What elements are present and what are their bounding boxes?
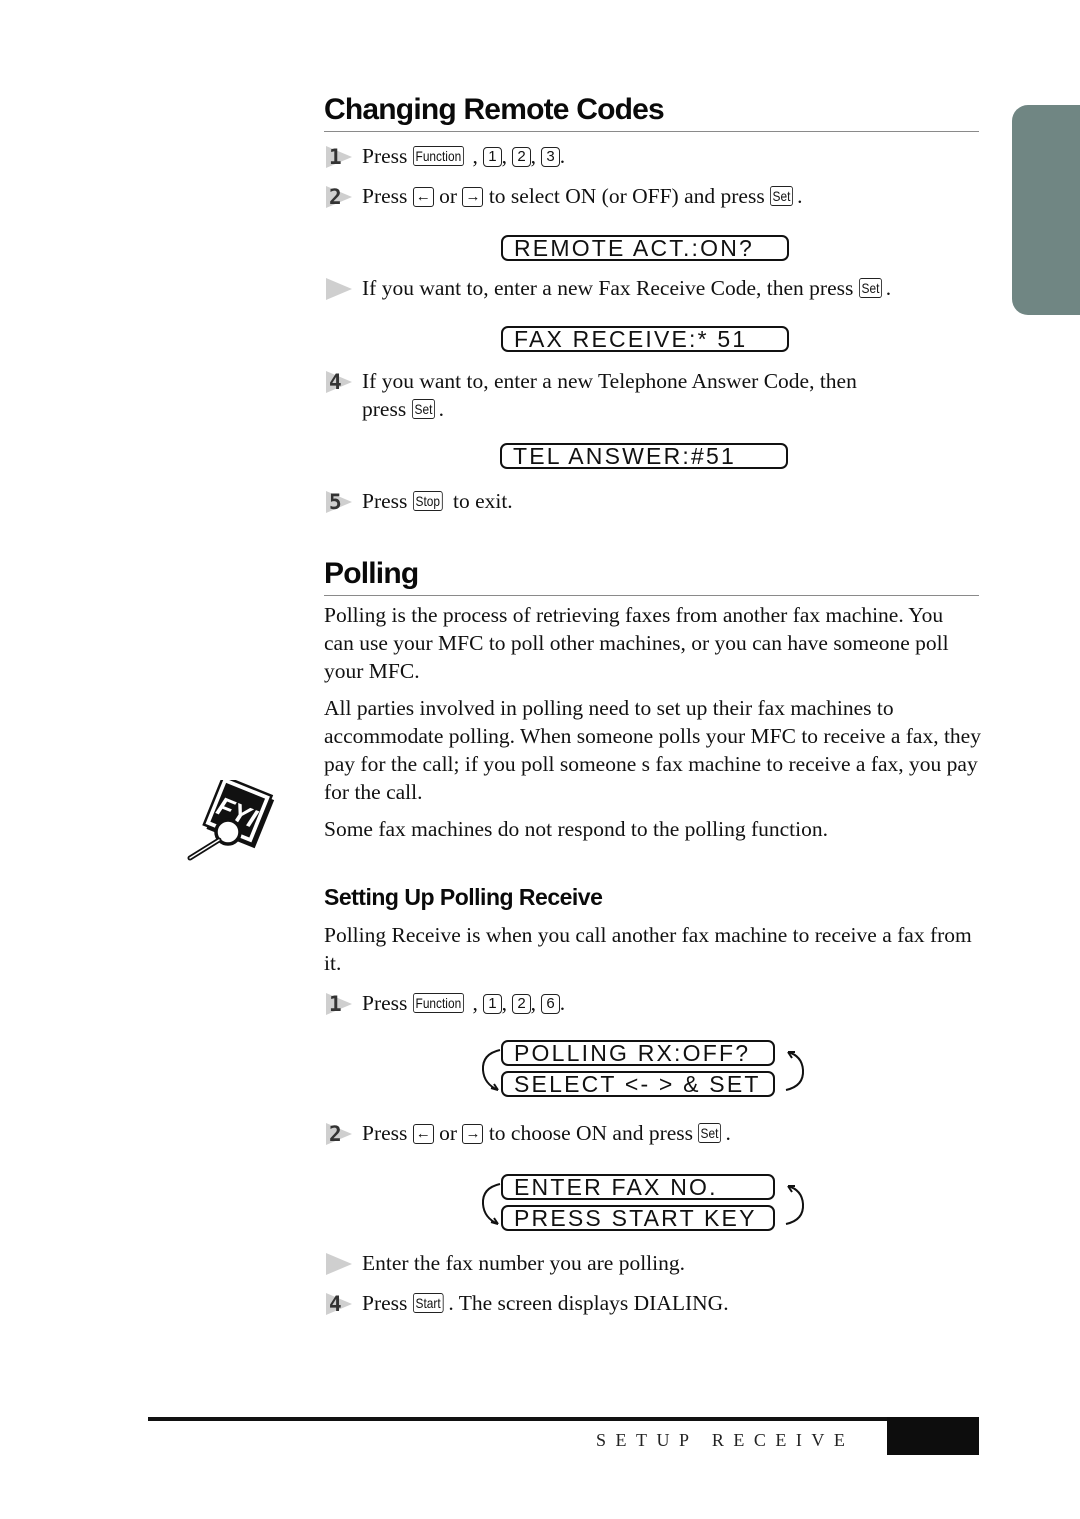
cycle-arrow-icon bbox=[785, 1051, 805, 1091]
step-text: to choose ON and press bbox=[488, 1121, 694, 1145]
step-text: . The screen displays DIALING. bbox=[448, 1291, 729, 1315]
step-text: Press bbox=[362, 1121, 408, 1145]
paragraph: Polling is the process of retrieving fax… bbox=[324, 603, 949, 683]
step-marker-icon: 5 bbox=[324, 490, 352, 514]
cycle-arrow-icon bbox=[481, 1049, 501, 1091]
step-4: 4 If you want to, enter a new Telephone … bbox=[324, 367, 984, 423]
lcd-line-1: ENTER FAX NO. bbox=[501, 1174, 775, 1200]
key-1: 1 bbox=[483, 147, 502, 167]
step-text: press bbox=[362, 397, 407, 421]
step-2: 2 Press ← or → to select ON (or OFF) and… bbox=[324, 182, 984, 210]
step-marker-icon: 4 bbox=[324, 370, 352, 394]
title-rule bbox=[324, 595, 979, 596]
step-5: 5 Press Stop to exit. bbox=[324, 487, 984, 515]
subsection-title-polling-receive: Setting Up Polling Receive bbox=[324, 884, 603, 910]
lcd-display-two-line: ENTER FAX NO. PRESS START KEY bbox=[478, 1174, 808, 1234]
paragraph: Polling Receive is when you call another… bbox=[324, 923, 972, 975]
stop-key: Stop bbox=[412, 491, 443, 511]
lcd-display: FAX RECEIVE:* 51 bbox=[501, 326, 789, 352]
step-text: Press bbox=[362, 489, 408, 513]
cycle-arrow-icon bbox=[481, 1183, 501, 1225]
step-4: 4 Press Start. The screen displays DIALI… bbox=[324, 1289, 984, 1317]
page-number-block bbox=[887, 1417, 979, 1455]
step-1: 1 Press Function, 1, 2, 3. bbox=[324, 142, 984, 170]
step-text: to select ON (or OFF) and press bbox=[488, 184, 765, 208]
section-title-remote-codes: Changing Remote Codes bbox=[324, 93, 665, 126]
step-marker-icon: 2 bbox=[324, 185, 352, 209]
step-text: Press bbox=[362, 1291, 408, 1315]
step-marker-icon bbox=[324, 278, 352, 300]
lcd-display: REMOTE ACT.:ON? bbox=[501, 235, 789, 261]
step-text: If you want to, enter a new Telephone An… bbox=[362, 369, 857, 393]
function-key: Function bbox=[412, 993, 464, 1013]
key-2: 2 bbox=[512, 994, 531, 1014]
key-1: 1 bbox=[483, 994, 502, 1014]
step-text: Press bbox=[362, 991, 408, 1015]
set-key: Set bbox=[411, 399, 435, 419]
set-key: Set bbox=[858, 278, 882, 298]
step-text: Press bbox=[362, 144, 408, 168]
step-text: Enter the fax number you are polling. bbox=[362, 1251, 685, 1275]
lcd-line-1: POLLING RX:OFF? bbox=[501, 1040, 775, 1066]
fyi-magnifier-icon: FYI bbox=[187, 780, 275, 861]
step-marker-icon: 1 bbox=[324, 992, 352, 1016]
step-text: or bbox=[439, 184, 458, 208]
chapter-side-tab bbox=[1012, 105, 1080, 315]
footer-chapter-title: SETUP RECEIVE bbox=[596, 1430, 855, 1450]
lcd-display: TEL ANSWER:#51 bbox=[500, 443, 788, 469]
step-3: If you want to, enter a new Fax Receive … bbox=[324, 274, 984, 302]
step-marker-icon: 2 bbox=[324, 1122, 352, 1146]
step-text: or bbox=[439, 1121, 458, 1145]
footer-rule bbox=[148, 1417, 979, 1421]
step-marker-icon bbox=[324, 1253, 352, 1275]
step-marker-icon: 1 bbox=[324, 145, 352, 169]
left-arrow-key-icon: ← bbox=[412, 187, 434, 207]
function-key: Function bbox=[412, 146, 464, 166]
key-2: 2 bbox=[512, 147, 531, 167]
lcd-display-two-line: POLLING RX:OFF? SELECT <- > & SET bbox=[478, 1040, 808, 1100]
key-3: 3 bbox=[541, 147, 560, 167]
paragraph: All parties involved in polling need to … bbox=[324, 696, 981, 804]
right-arrow-key-icon: → bbox=[462, 187, 484, 207]
set-key: Set bbox=[770, 186, 794, 206]
paragraph: Some fax machines do not respond to the … bbox=[324, 817, 828, 841]
step-text: If you want to, enter a new Fax Receive … bbox=[362, 276, 854, 300]
step-marker-icon: 4 bbox=[324, 1292, 352, 1316]
cycle-arrow-icon bbox=[785, 1185, 805, 1225]
step-2: 2 Press ← or → to choose ON and press Se… bbox=[324, 1119, 984, 1147]
set-key: Set bbox=[698, 1123, 722, 1143]
start-key: Start bbox=[412, 1293, 444, 1313]
right-arrow-key-icon: → bbox=[462, 1124, 484, 1144]
section-title-polling: Polling bbox=[324, 557, 419, 590]
title-rule bbox=[324, 131, 979, 132]
step-text: Press bbox=[362, 184, 408, 208]
key-6: 6 bbox=[541, 994, 560, 1014]
step-3: Enter the fax number you are polling. bbox=[324, 1249, 984, 1277]
step-1: 1 Press Function, 1, 2, 6. bbox=[324, 989, 984, 1017]
left-arrow-key-icon: ← bbox=[412, 1124, 434, 1144]
lcd-line-2: PRESS START KEY bbox=[501, 1205, 775, 1231]
lcd-line-2: SELECT <- > & SET bbox=[501, 1071, 775, 1097]
step-text: to exit. bbox=[452, 489, 513, 513]
